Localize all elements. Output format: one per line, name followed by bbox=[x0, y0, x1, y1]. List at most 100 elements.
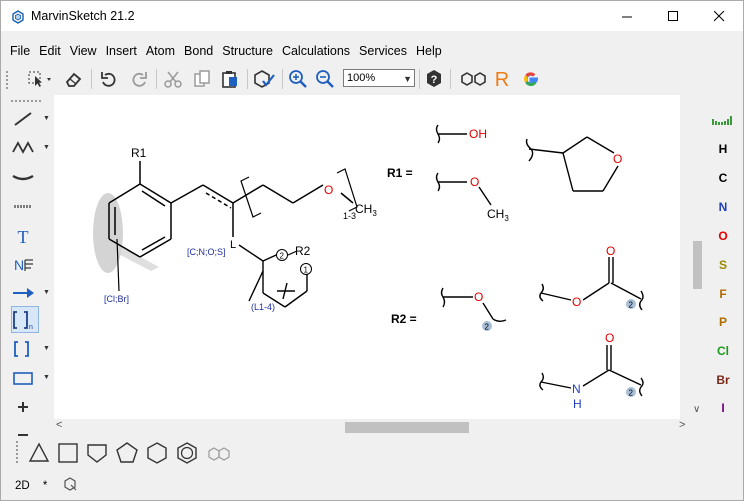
element-c-button[interactable]: C bbox=[711, 171, 735, 185]
chain-tool[interactable]: ▼ bbox=[9, 135, 50, 161]
menu-help[interactable]: Help bbox=[416, 41, 442, 61]
menu-structure[interactable]: Structure bbox=[222, 41, 273, 61]
arrow-tool[interactable]: ▼ bbox=[9, 280, 50, 306]
svg-text:R: R bbox=[495, 69, 509, 90]
zoom-combobox[interactable]: 100% ▼ bbox=[343, 69, 415, 87]
periodic-table-icon[interactable] bbox=[711, 113, 733, 127]
shape-tool[interactable]: ▼ bbox=[9, 365, 50, 391]
naphthalene-template-button[interactable] bbox=[207, 441, 231, 465]
element-i-button[interactable]: I bbox=[711, 401, 735, 415]
title-bar: MarvinSketch 21.2 bbox=[1, 1, 743, 31]
menu-edit[interactable]: Edit bbox=[39, 41, 61, 61]
cyclopentane-template-button[interactable] bbox=[115, 441, 139, 465]
toolbar-separator bbox=[156, 69, 157, 89]
increase-charge-tool[interactable] bbox=[9, 394, 49, 420]
tetrahydrofuran-group bbox=[525, 136, 619, 192]
element-p-button[interactable]: P bbox=[711, 315, 735, 329]
cut-button[interactable] bbox=[161, 68, 185, 90]
calculation-status-icon[interactable] bbox=[63, 477, 77, 491]
status-bar: 2D * bbox=[15, 475, 77, 492]
clean-structure-button[interactable] bbox=[251, 68, 277, 90]
methoxy-oxygen-label: O bbox=[470, 175, 479, 189]
copy-button[interactable] bbox=[190, 68, 214, 90]
help-button[interactable]: ? bbox=[423, 68, 445, 90]
left-toolbar-grip-icon bbox=[11, 100, 41, 102]
google-g-icon bbox=[524, 72, 538, 87]
single-bond-icon bbox=[14, 112, 32, 126]
polymer-bracket-tool[interactable]: n bbox=[9, 306, 49, 333]
ether-oxygen-label: O bbox=[324, 183, 333, 197]
google-search-button[interactable] bbox=[519, 68, 543, 90]
triangle-template-button[interactable] bbox=[27, 441, 51, 465]
rectangle-select-icon bbox=[28, 71, 51, 87]
copy-icon bbox=[194, 70, 210, 87]
horizontal-scroll-thumb[interactable] bbox=[345, 422, 469, 433]
polymer-bracket-icon: n bbox=[13, 311, 33, 331]
chain-icon bbox=[12, 141, 34, 154]
element-n-button[interactable]: N bbox=[711, 200, 735, 214]
menu-atom[interactable]: Atom bbox=[146, 41, 175, 61]
undo-button[interactable] bbox=[97, 68, 121, 90]
wedge-bond-icon bbox=[12, 174, 34, 181]
benzene-template-button[interactable] bbox=[175, 441, 199, 465]
chevron-down-icon: ▼ bbox=[403, 74, 412, 84]
pentagon-template-button[interactable] bbox=[85, 441, 109, 465]
svg-text:T: T bbox=[18, 227, 29, 247]
paste-button[interactable] bbox=[218, 68, 242, 90]
menu-file[interactable]: File bbox=[10, 41, 30, 61]
element-o-button[interactable]: O bbox=[711, 229, 735, 243]
hashed-bond-tool[interactable] bbox=[9, 193, 49, 219]
selection-tool-button[interactable] bbox=[25, 68, 55, 90]
element-br-button[interactable]: Br bbox=[711, 373, 735, 387]
dimension-mode-label[interactable]: 2D bbox=[15, 480, 30, 492]
menu-bar: File Edit View Insert Atom Bond Structur… bbox=[1, 41, 743, 61]
clean-check-icon bbox=[254, 70, 275, 88]
zoom-value: 100% bbox=[347, 72, 376, 84]
structure-view-button[interactable] bbox=[457, 68, 491, 90]
menu-calculations[interactable]: Calculations bbox=[282, 41, 350, 61]
element-h-button[interactable]: H bbox=[711, 142, 735, 156]
toolbar-grip-icon bbox=[6, 71, 8, 89]
text-tool[interactable]: T bbox=[9, 223, 49, 249]
text-t-icon: T bbox=[18, 227, 29, 247]
menu-bond[interactable]: Bond bbox=[184, 41, 213, 61]
erase-button[interactable] bbox=[61, 68, 85, 90]
ester-carbonyl-oxygen-label: O bbox=[606, 244, 615, 258]
scroll-right-arrow-icon[interactable]: > bbox=[679, 419, 685, 431]
minimize-button[interactable] bbox=[604, 1, 650, 31]
ester-attachment-label: 2 bbox=[629, 301, 634, 310]
cyclopentane-shield-icon bbox=[87, 444, 107, 463]
menu-insert[interactable]: Insert bbox=[106, 41, 137, 61]
toolbar-separator bbox=[419, 69, 420, 89]
chevron-down-icon: ▼ bbox=[43, 289, 50, 296]
single-bond-tool[interactable]: ▼ bbox=[9, 106, 50, 132]
chevron-down-icon: ▼ bbox=[43, 144, 50, 151]
square-template-button[interactable] bbox=[56, 441, 80, 465]
element-s-button[interactable]: S bbox=[711, 258, 735, 272]
link-range-label: (L1-4) bbox=[251, 302, 275, 312]
zoom-in-button[interactable] bbox=[287, 68, 309, 90]
toolbar-separator bbox=[282, 69, 283, 89]
help-icon: ? bbox=[427, 70, 441, 87]
close-button[interactable] bbox=[696, 1, 742, 31]
element-f-button[interactable]: F bbox=[711, 287, 735, 301]
hashed-bond-icon bbox=[14, 205, 31, 208]
structure-drawing: R1 [Cl;Br] [C;N;O;S] L O 1-3 CH3 2 R2 1 … bbox=[93, 124, 644, 411]
menu-services[interactable]: Services bbox=[359, 41, 407, 61]
cyclohexane-template-button[interactable] bbox=[145, 441, 169, 465]
menu-view[interactable]: View bbox=[70, 41, 97, 61]
drawing-canvas[interactable]: R1 [Cl;Br] [C;N;O;S] L O 1-3 CH3 2 R2 1 … bbox=[54, 95, 680, 419]
close-icon bbox=[713, 10, 724, 21]
zoom-out-button[interactable] bbox=[314, 68, 336, 90]
bracket-tool[interactable]: ▼ bbox=[9, 336, 50, 362]
redo-button[interactable] bbox=[127, 68, 151, 90]
bond-type-tool[interactable] bbox=[9, 163, 49, 189]
atom-list-tool[interactable]: N bbox=[9, 251, 49, 277]
naphthalene-icon bbox=[208, 447, 230, 461]
scroll-left-arrow-icon[interactable]: < bbox=[56, 419, 62, 431]
reaxys-button[interactable]: R bbox=[491, 68, 513, 90]
r2-ether-attachment-label: 2 bbox=[485, 323, 490, 332]
element-cl-button[interactable]: Cl bbox=[711, 344, 735, 358]
amide-attachment-label: 2 bbox=[629, 389, 634, 398]
maximize-button[interactable] bbox=[650, 1, 696, 31]
